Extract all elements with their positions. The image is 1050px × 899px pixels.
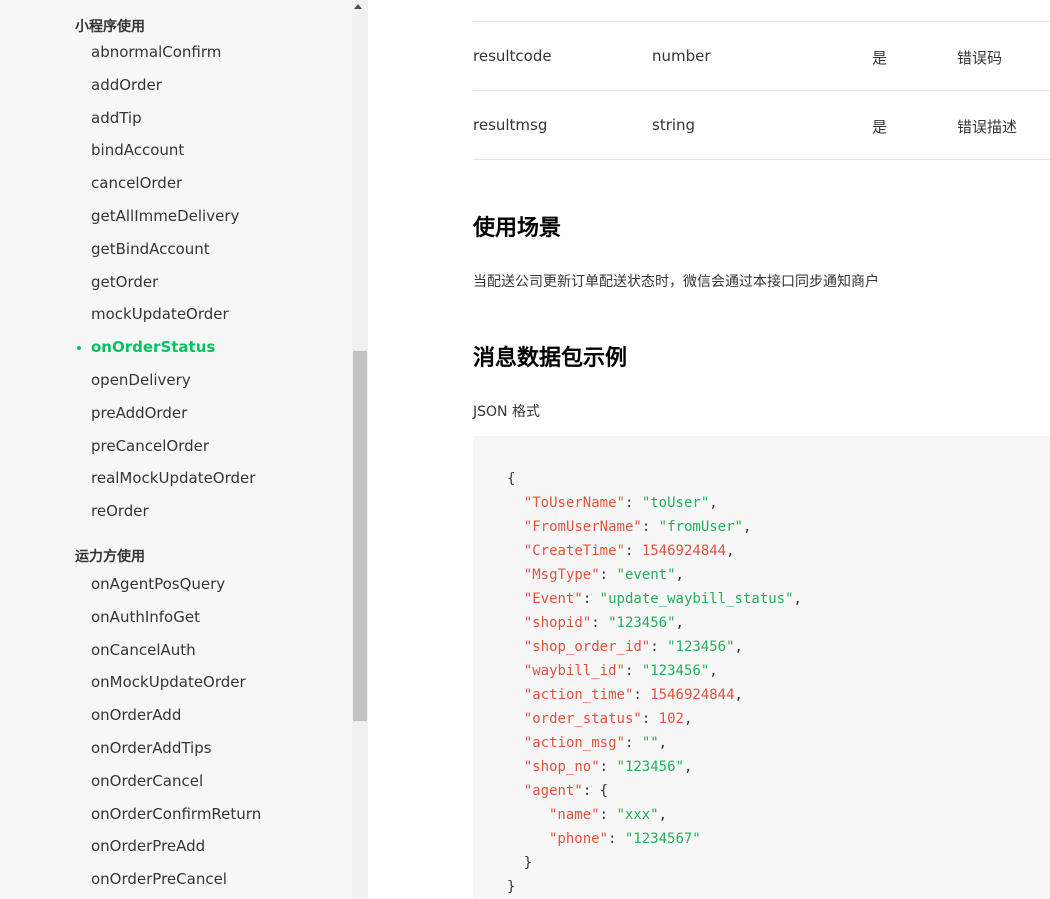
- sidebar-item-openDelivery[interactable]: openDelivery: [91, 371, 191, 389]
- sidebar-item-onOrderPreAdd[interactable]: onOrderPreAdd: [91, 837, 205, 855]
- sidebar-item-mockUpdateOrder[interactable]: mockUpdateOrder: [91, 305, 229, 323]
- format-label: JSON 格式: [473, 404, 540, 420]
- usage-heading: 使用场景: [473, 216, 562, 241]
- sidebar-item-onOrderStatus[interactable]: onOrderStatus: [76, 338, 215, 356]
- sidebar-item-getOrder[interactable]: getOrder: [91, 273, 158, 291]
- sidebar-nav: 小程序使用 运力方使用 abnormalConfirm addOrder addTi…: [0, 0, 368, 899]
- sidebar-item-getBindAccount[interactable]: getBindAccount: [91, 240, 210, 258]
- json-field: "phone": "1234567": [549, 831, 701, 847]
- sidebar-item-preAddOrder[interactable]: preAddOrder: [91, 404, 187, 422]
- sidebar-item-getAllImmeDelivery[interactable]: getAllImmeDelivery: [91, 207, 239, 225]
- json-field: "action_time": 1546924844,: [523, 687, 743, 703]
- table-divider: [473, 90, 1050, 91]
- param-type: string: [652, 116, 696, 134]
- sidebar-item-reOrder[interactable]: reOrder: [91, 502, 149, 520]
- param-type: number: [652, 47, 711, 65]
- main-content: resultcode number 是 错误码 resultmsg string…: [368, 0, 1050, 899]
- json-field: "FromUserName": "fromUser",: [523, 519, 752, 535]
- example-heading: 消息数据包示例: [473, 346, 628, 371]
- json-field: "waybill_id": "123456",: [523, 663, 718, 679]
- json-field: "shop_no": "123456",: [523, 759, 693, 775]
- param-required: 是: [872, 118, 888, 136]
- sidebar-item-onAuthInfoGet[interactable]: onAuthInfoGet: [91, 608, 200, 626]
- sidebar-item-bindAccount[interactable]: bindAccount: [91, 141, 184, 159]
- sidebar-item-onOrderCancel[interactable]: onOrderCancel: [91, 772, 203, 790]
- sidebar-scrollbar-thumb[interactable]: [353, 351, 367, 721]
- json-field: "shop_order_id": "123456",: [523, 639, 743, 655]
- table-divider: [473, 159, 1050, 160]
- param-desc: 错误描述: [957, 118, 1018, 136]
- json-field: "shopid": "123456",: [523, 615, 684, 631]
- table-divider: [473, 21, 1050, 22]
- json-field: "action_msg": "",: [523, 735, 668, 751]
- sidebar-item-abnormalConfirm[interactable]: abnormalConfirm: [91, 43, 221, 61]
- sidebar-item-addTip[interactable]: addTip: [91, 109, 142, 127]
- scroll-up-arrow-icon[interactable]: [354, 4, 362, 9]
- param-name: resultcode: [473, 47, 552, 65]
- json-brace: }: [507, 879, 516, 895]
- sidebar-item-addOrder[interactable]: addOrder: [91, 76, 162, 94]
- sidebar-item-onCancelAuth[interactable]: onCancelAuth: [91, 641, 196, 659]
- json-field: "order_status": 102,: [523, 711, 693, 727]
- json-brace: {: [507, 471, 516, 487]
- json-field: "Event": "update_waybill_status",: [523, 591, 802, 607]
- param-required: 是: [872, 49, 888, 67]
- param-desc: 错误码: [957, 49, 1003, 67]
- json-field: "ToUserName": "toUser",: [523, 495, 718, 511]
- sidebar-item-cancelOrder[interactable]: cancelOrder: [91, 174, 182, 192]
- sidebar-item-onAgentPosQuery[interactable]: onAgentPosQuery: [91, 575, 225, 593]
- json-brace: }: [523, 855, 533, 871]
- sidebar-item-onMockUpdateOrder[interactable]: onMockUpdateOrder: [91, 673, 246, 691]
- json-field: "CreateTime": 1546924844,: [523, 543, 735, 559]
- group-title-carrier: 运力方使用: [75, 549, 145, 565]
- sidebar-item-onOrderConfirmReturn[interactable]: onOrderConfirmReturn: [91, 805, 261, 823]
- sidebar-item-onOrderAdd[interactable]: onOrderAdd: [91, 706, 181, 724]
- json-field: "name": "xxx",: [549, 807, 668, 823]
- sidebar-item-preCancelOrder[interactable]: preCancelOrder: [91, 437, 209, 455]
- group-title-miniprogram: 小程序使用: [75, 19, 145, 35]
- sidebar-item-realMockUpdateOrder[interactable]: realMockUpdateOrder: [91, 469, 255, 487]
- sidebar-item-onOrderAddTips[interactable]: onOrderAddTips: [91, 739, 212, 757]
- json-code-block: { "ToUserName": "toUser", "FromUserName": …: [473, 436, 1050, 899]
- json-field: "agent": {: [523, 783, 609, 799]
- json-field: "MsgType": "event",: [523, 567, 684, 583]
- usage-text: 当配送公司更新订单配送状态时，微信会通过本接口同步通知商户: [473, 274, 879, 290]
- sidebar-item-onOrderPreCancel[interactable]: onOrderPreCancel: [91, 870, 227, 888]
- param-name: resultmsg: [473, 116, 548, 134]
